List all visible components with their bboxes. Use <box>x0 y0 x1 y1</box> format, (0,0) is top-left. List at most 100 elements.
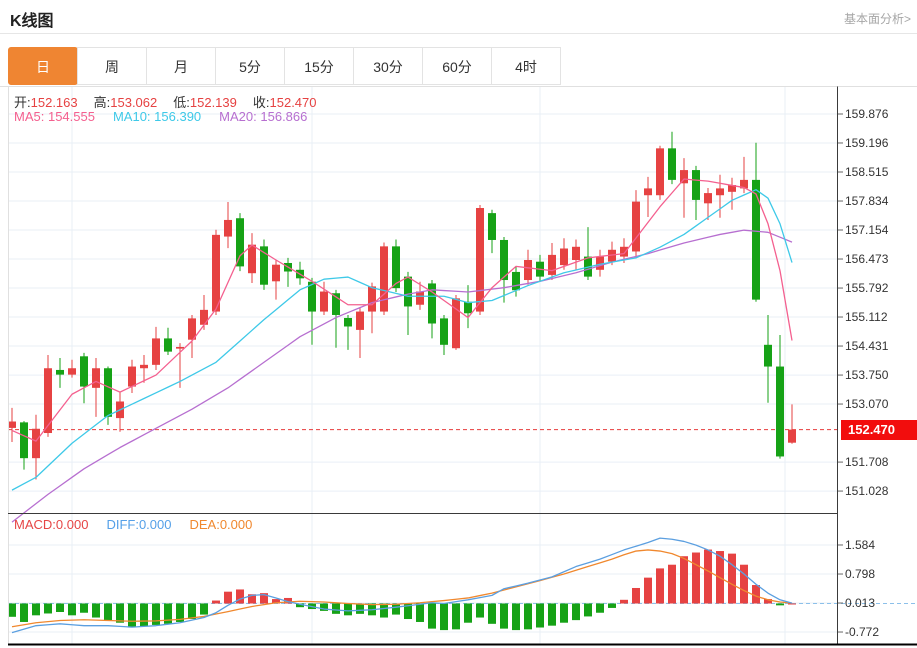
macd-bar-6 <box>80 603 88 613</box>
ma20-value: 156.866 <box>260 109 308 124</box>
macd-bar-37 <box>452 603 460 630</box>
macd-tick-label: 0.798 <box>845 567 876 582</box>
candle-18 <box>224 219 232 237</box>
macd-bar-2 <box>32 603 40 616</box>
macd-bar-3 <box>44 603 52 614</box>
candle-3 <box>44 368 52 434</box>
price-tick-label: 159.876 <box>845 107 889 121</box>
macd-bar-27 <box>332 603 340 614</box>
macd-bar-4 <box>56 603 64 612</box>
macd-bar-51 <box>620 599 628 604</box>
ma10-label: MA10: <box>112 109 151 124</box>
macd-bar-57 <box>692 552 700 604</box>
price-tick-label: 151.708 <box>845 455 889 470</box>
close-value: 152.470 <box>269 95 317 110</box>
macd-bar-48 <box>584 603 592 617</box>
candle-1 <box>20 422 28 459</box>
macd-bar-0 <box>8 603 16 617</box>
ma10-value: 156.390 <box>154 109 202 124</box>
candle-51 <box>620 246 628 257</box>
macd-bar-32 <box>392 603 400 615</box>
macd-bar-42 <box>512 603 520 631</box>
candle-31 <box>380 246 388 312</box>
macd-bar-28 <box>344 603 352 616</box>
candle-62 <box>752 179 760 300</box>
candle-4 <box>56 369 64 375</box>
macd-histogram <box>8 549 796 631</box>
ma5-line <box>11 178 793 442</box>
open-value: 152.163 <box>30 95 78 110</box>
price-tick-label: 151.028 <box>845 484 889 499</box>
ma5-value: 154.555 <box>47 109 95 124</box>
candle-40 <box>488 213 496 240</box>
macd-bar-39 <box>476 603 484 618</box>
candle-5 <box>68 368 76 375</box>
price-tick-label: 155.112 <box>845 310 888 325</box>
macd-bar-16 <box>200 603 208 615</box>
macd-bar-18 <box>224 591 232 604</box>
candle-59 <box>716 188 724 196</box>
macd-bar-56 <box>680 556 688 604</box>
macd-bar-17 <box>212 600 220 604</box>
candle-43 <box>524 260 532 281</box>
current-price-badge: 152.470 <box>841 419 917 440</box>
candle-42 <box>512 271 520 291</box>
candle-19 <box>236 218 244 267</box>
macd-bar-47 <box>572 603 580 621</box>
candles-layer <box>8 131 796 480</box>
macd-tick-label: 0.013 <box>845 596 876 611</box>
macd-bar-10 <box>128 603 136 628</box>
price-tick-label: 153.070 <box>845 397 889 412</box>
macd-bar-58 <box>704 549 712 604</box>
macd-bar-5 <box>68 603 76 616</box>
price-tick-label: 157.154 <box>845 223 889 237</box>
ma5-label: MA5: <box>14 109 45 124</box>
candle-45 <box>548 254 556 275</box>
price-tick-label: 154.431 <box>845 339 889 354</box>
macd-bar-49 <box>596 603 604 613</box>
high-value: 153.062 <box>110 95 158 110</box>
dea-value: 0.000 <box>219 517 253 532</box>
macd-bar-44 <box>536 603 544 628</box>
macd-value: 0.000 <box>55 517 89 532</box>
price-tick-label: 159.196 <box>845 135 889 150</box>
macd-bar-53 <box>644 577 652 604</box>
ma-readout: MA5: 154.555 MA10: 156.390 MA20: 156.866 <box>14 109 307 124</box>
candle-26 <box>320 291 328 312</box>
macd-bar-55 <box>668 564 676 604</box>
candle-33 <box>404 276 412 307</box>
macd-bar-43 <box>524 603 532 630</box>
candle-13 <box>164 338 172 352</box>
macd-bar-46 <box>560 603 568 623</box>
candle-7 <box>92 368 100 388</box>
candle-55 <box>668 148 676 180</box>
ma20-label: MA20: <box>219 109 257 124</box>
candle-30 <box>368 286 376 312</box>
candle-10 <box>128 366 136 387</box>
macd-bar-65 <box>788 603 796 605</box>
candle-57 <box>692 170 700 200</box>
macd-bar-40 <box>488 603 496 624</box>
macd-bar-64 <box>776 603 784 606</box>
candle-16 <box>200 309 208 325</box>
macd-bar-50 <box>608 603 616 608</box>
candle-47 <box>572 246 580 261</box>
macd-readout: MACD:0.000 DIFF:0.000 DEA:0.000 <box>14 517 252 532</box>
candle-64 <box>776 366 784 457</box>
macd-tick-label: 1.584 <box>845 537 876 552</box>
macd-bar-54 <box>656 568 664 604</box>
diff-value: 0.000 <box>138 517 172 532</box>
candle-22 <box>272 264 280 282</box>
candle-20 <box>248 244 256 274</box>
candle-34 <box>416 291 424 305</box>
candle-39 <box>476 208 484 312</box>
macd-bar-15 <box>188 603 196 620</box>
macd-bar-8 <box>104 603 112 621</box>
price-tick-label: 156.473 <box>845 252 889 267</box>
macd-bar-38 <box>464 603 472 623</box>
macd-bar-31 <box>380 603 388 618</box>
macd-bar-45 <box>548 603 556 626</box>
candle-38 <box>464 301 472 314</box>
price-tick-label: 157.834 <box>845 194 889 209</box>
low-value: 152.139 <box>189 95 237 110</box>
